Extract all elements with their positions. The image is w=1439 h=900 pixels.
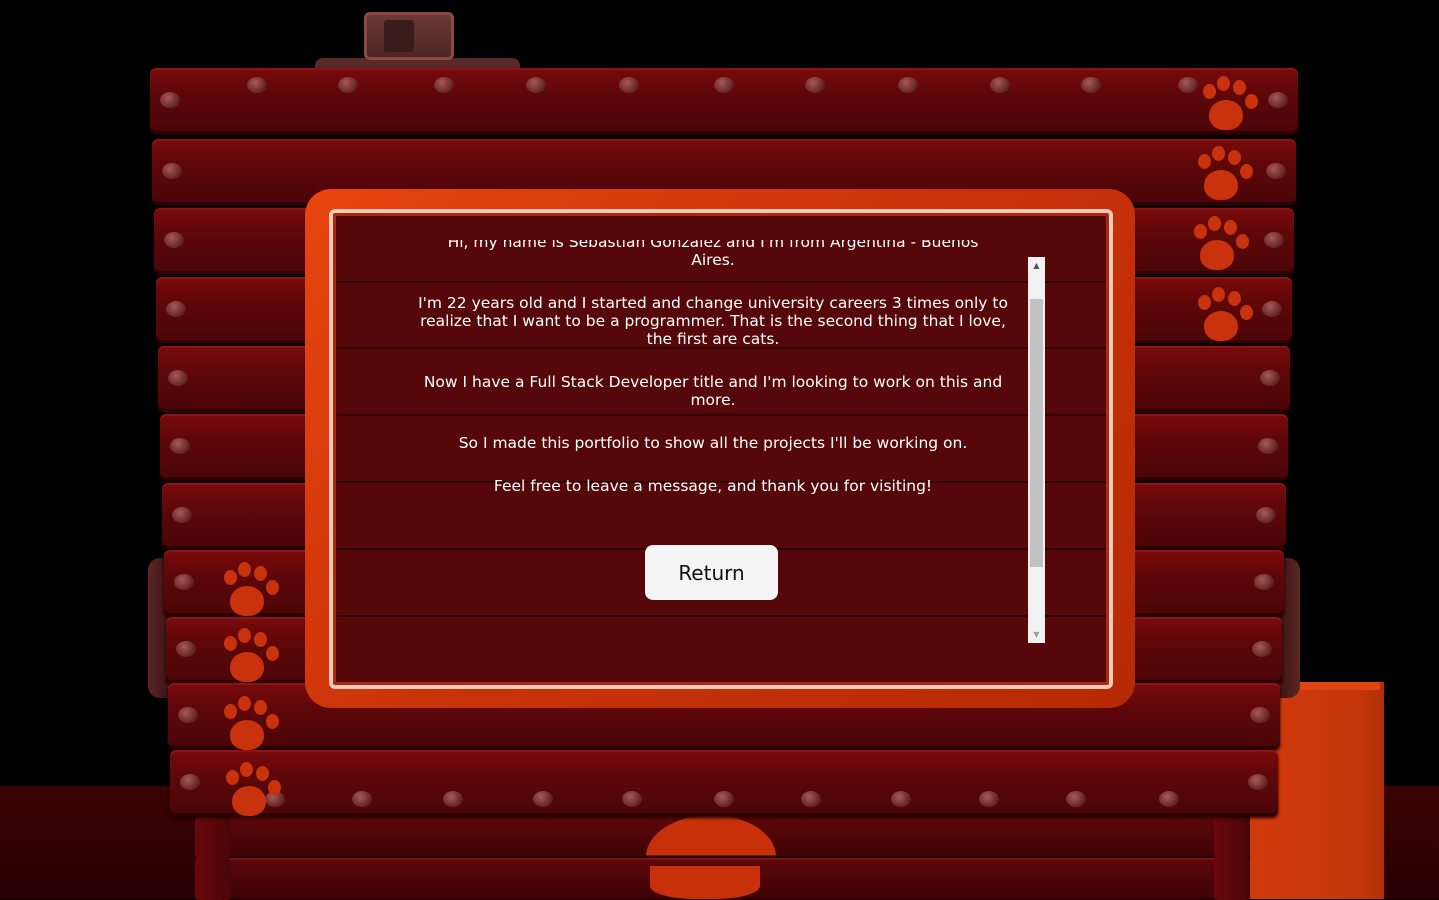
rivet-icon xyxy=(166,301,186,317)
about-paragraph-1: Aires. xyxy=(691,251,735,269)
rivet-icon xyxy=(1252,641,1272,657)
scrollbar[interactable]: ▲ ▼ xyxy=(1028,257,1045,643)
scroll-down-arrow-icon[interactable]: ▼ xyxy=(1028,626,1045,643)
rivet-icon xyxy=(160,92,180,108)
about-partial-line: Hi, my name is Sebastian Gonzalez and I'… xyxy=(447,240,979,251)
rivet-icon xyxy=(168,370,188,386)
rivet-icon xyxy=(1159,791,1179,807)
rivet-icon xyxy=(805,77,825,93)
rivet-icon xyxy=(1066,791,1086,807)
paw-print-icon xyxy=(1186,216,1249,278)
rivet-icon xyxy=(1262,301,1282,317)
rivet-icon xyxy=(174,574,194,590)
return-button[interactable]: Return xyxy=(645,545,778,600)
rivet-icon xyxy=(619,77,639,93)
rivet-icon xyxy=(176,641,196,657)
rivet-icon xyxy=(898,77,918,93)
rivet-icon xyxy=(526,77,546,93)
paw-print-icon xyxy=(216,628,279,690)
rivet-icon xyxy=(172,507,192,523)
rivet-icon xyxy=(1081,77,1101,93)
rivet-icon xyxy=(622,791,642,807)
scrollbar-thumb[interactable] xyxy=(1030,299,1043,568)
paw-print-icon xyxy=(216,562,279,624)
rivet-icon xyxy=(1248,774,1268,790)
about-paragraph-5: Feel free to leave a message, and thank … xyxy=(493,477,933,495)
about-panel: Hi, my name is Sebastian Gonzalez and I'… xyxy=(344,240,1079,645)
rivet-icon xyxy=(1254,574,1274,590)
rivet-icon xyxy=(434,77,454,93)
rivet-icon xyxy=(1250,707,1270,723)
paw-print-icon xyxy=(218,762,281,824)
paw-print-icon xyxy=(1190,146,1253,208)
about-paragraph-3: Now I have a Full Stack Developer title … xyxy=(423,373,1003,409)
scroll-up-arrow-icon[interactable]: ▲ xyxy=(1028,257,1045,274)
about-paragraph-4: So I made this portfolio to show all the… xyxy=(458,434,968,452)
rivet-icon xyxy=(1260,370,1280,386)
about-paragraph-2: I'm 22 years old and I started and chang… xyxy=(418,294,1008,348)
rivet-icon xyxy=(714,77,734,93)
rivet-icon xyxy=(443,791,463,807)
rivet-icon xyxy=(162,163,182,179)
rivet-icon xyxy=(170,438,190,454)
buckle-icon xyxy=(364,12,454,60)
rivet-icon xyxy=(247,77,267,93)
paw-print-icon xyxy=(216,696,279,758)
rivet-icon xyxy=(891,791,911,807)
rivet-icon xyxy=(1256,507,1276,523)
rivet-icon xyxy=(801,791,821,807)
paw-print-icon xyxy=(1195,76,1258,138)
cat-body-decoration xyxy=(650,866,760,899)
rivet-icon xyxy=(979,791,999,807)
rivet-icon xyxy=(338,77,358,93)
rivet-icon xyxy=(164,232,184,248)
rivet-icon xyxy=(714,791,734,807)
rivet-icon xyxy=(352,791,372,807)
rivet-icon xyxy=(990,77,1010,93)
rivet-icon xyxy=(180,774,200,790)
paw-print-icon xyxy=(1190,287,1253,349)
rivet-icon xyxy=(1266,163,1286,179)
rivet-icon xyxy=(1268,92,1288,108)
rivet-icon xyxy=(533,791,553,807)
rivet-icon xyxy=(1264,232,1284,248)
rivet-icon xyxy=(1258,438,1278,454)
about-text: Hi, my name is Sebastian Gonzalez and I'… xyxy=(414,240,1012,520)
rivet-icon xyxy=(178,707,198,723)
